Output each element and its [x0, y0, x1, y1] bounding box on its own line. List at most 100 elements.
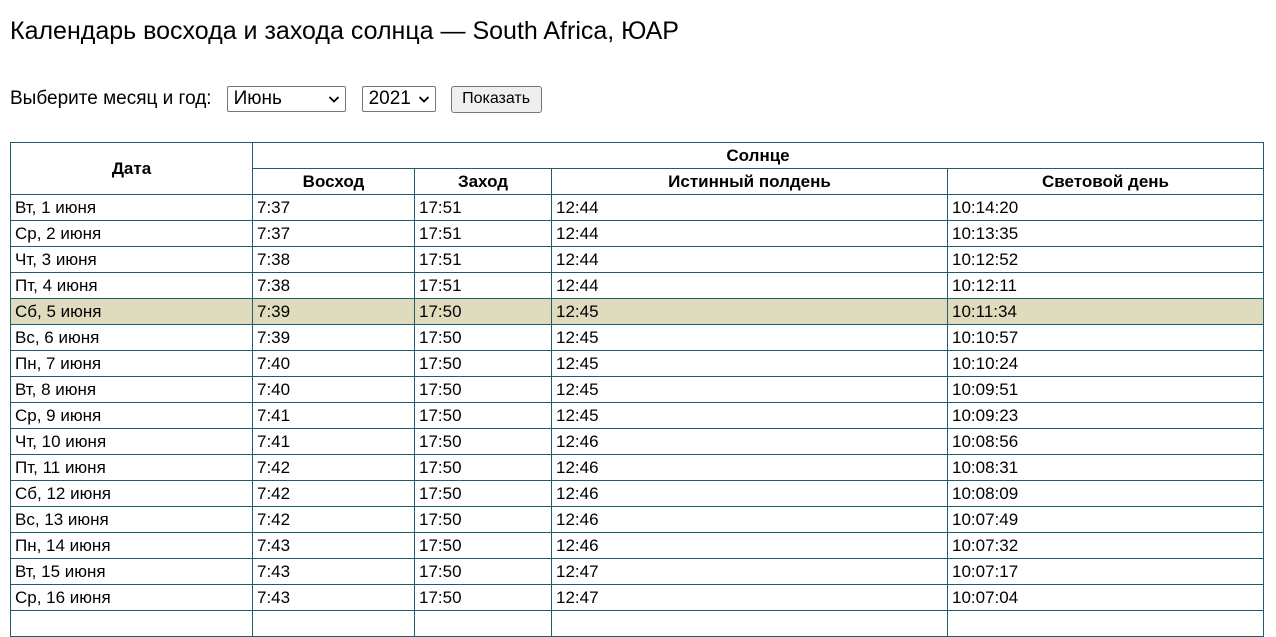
- cell-sunset: [414, 610, 552, 637]
- cell-sunset: 17:50: [414, 480, 552, 507]
- cell-sunrise: 7:38: [252, 272, 415, 299]
- cell-sunrise: 7:43: [252, 584, 415, 611]
- cell-sunrise: 7:41: [252, 428, 415, 455]
- cell-daylength: [946, 610, 1265, 637]
- cell-date: Пн, 14 июня: [10, 532, 253, 559]
- table-row: Вт, 1 июня 7:37 17:51 12:44 10:14:20: [10, 194, 1265, 221]
- chevron-down-icon: [418, 96, 429, 103]
- cell-noon: 12:47: [551, 558, 948, 585]
- cell-sunrise: 7:42: [252, 454, 415, 481]
- month-year-label: Выберите месяц и год:: [10, 88, 212, 109]
- cell-sunrise: 7:39: [252, 324, 415, 351]
- cell-sunset: 17:50: [414, 532, 552, 559]
- chevron-down-icon: [328, 96, 339, 103]
- cell-sunset: 17:50: [414, 558, 552, 585]
- cell-date: Чт, 3 июня: [10, 246, 253, 273]
- cell-noon: [551, 610, 948, 637]
- cell-sunset: 17:51: [414, 272, 552, 299]
- cell-daylength: 10:09:23: [946, 402, 1265, 429]
- cell-noon: 12:45: [551, 350, 948, 377]
- cell-sunset: 17:50: [414, 454, 552, 481]
- cell-daylength: 10:14:20: [946, 194, 1265, 221]
- cell-daylength: 10:08:56: [946, 428, 1265, 455]
- table-row: Ср, 9 июня 7:41 17:50 12:45 10:09:23: [10, 402, 1265, 429]
- cell-noon: 12:44: [551, 272, 948, 299]
- cell-date: Пн, 7 июня: [10, 350, 253, 377]
- year-select[interactable]: 2021: [361, 86, 436, 112]
- page-title: Календарь восхода и захода солнца — Sout…: [10, 17, 679, 45]
- cell-noon: 12:45: [551, 402, 948, 429]
- show-button[interactable]: Показать: [450, 85, 542, 113]
- cell-noon: 12:44: [551, 220, 948, 247]
- cell-noon: 12:47: [551, 584, 948, 611]
- table-row: Вс, 6 июня 7:39 17:50 12:45 10:10:57: [10, 324, 1265, 351]
- cell-sunrise: [252, 610, 415, 637]
- cell-sunrise: 7:43: [252, 532, 415, 559]
- cell-daylength: 10:09:51: [946, 376, 1265, 403]
- sun-calendar-table: Дата Солнце Восход Заход Истинный полден…: [10, 142, 1265, 637]
- cell-date: Вт, 1 июня: [10, 194, 253, 221]
- cell-daylength: 10:13:35: [946, 220, 1265, 247]
- cell-daylength: 10:07:49: [946, 506, 1265, 533]
- cell-date: Вс, 13 июня: [10, 506, 253, 533]
- cell-sunrise: 7:41: [252, 402, 415, 429]
- table-row: Чт, 3 июня 7:38 17:51 12:44 10:12:52: [10, 246, 1265, 273]
- table-row: Ср, 2 июня 7:37 17:51 12:44 10:13:35: [10, 220, 1265, 247]
- cell-date: Пт, 11 июня: [10, 454, 253, 481]
- cell-noon: 12:46: [551, 506, 948, 533]
- cell-sunset: 17:51: [414, 246, 552, 273]
- table-row: Вт, 8 июня 7:40 17:50 12:45 10:09:51: [10, 376, 1265, 403]
- cell-date: Сб, 12 июня: [10, 480, 253, 507]
- cell-sunset: 17:50: [414, 324, 552, 351]
- cell-sunset: 17:50: [414, 376, 552, 403]
- cell-noon: 12:46: [551, 428, 948, 455]
- cell-sunset: 17:50: [414, 350, 552, 377]
- cell-sunrise: 7:42: [252, 506, 415, 533]
- cell-daylength: 10:08:31: [946, 454, 1265, 481]
- col-header-daylength: Световой день: [946, 168, 1265, 195]
- table-row: [10, 610, 1265, 637]
- month-year-form: Выберите месяц и год: Июнь 2021 Показать: [10, 85, 542, 113]
- cell-daylength: 10:12:11: [946, 272, 1265, 299]
- cell-date: Ср, 16 июня: [10, 584, 253, 611]
- month-select[interactable]: Июнь: [226, 86, 346, 112]
- cell-date: Ср, 2 июня: [10, 220, 253, 247]
- cell-daylength: 10:07:17: [946, 558, 1265, 585]
- cell-sunset: 17:51: [414, 220, 552, 247]
- month-select-value: Июнь: [233, 88, 282, 109]
- cell-noon: 12:44: [551, 246, 948, 273]
- year-select-value: 2021: [368, 88, 411, 109]
- cell-daylength: 10:10:24: [946, 350, 1265, 377]
- cell-sunset: 17:50: [414, 402, 552, 429]
- table-row: Пт, 11 июня 7:42 17:50 12:46 10:08:31: [10, 454, 1265, 481]
- cell-daylength: 10:07:32: [946, 532, 1265, 559]
- col-header-sunset: Заход: [414, 168, 552, 195]
- cell-daylength: 10:12:52: [946, 246, 1265, 273]
- cell-noon: 12:44: [551, 194, 948, 221]
- cell-date: Чт, 10 июня: [10, 428, 253, 455]
- table-row: Сб, 5 июня 7:39 17:50 12:45 10:11:34: [10, 298, 1265, 325]
- cell-sunset: 17:50: [414, 298, 552, 325]
- cell-sunset: 17:50: [414, 428, 552, 455]
- cell-daylength: 10:08:09: [946, 480, 1265, 507]
- cell-noon: 12:45: [551, 376, 948, 403]
- cell-date: Вт, 15 июня: [10, 558, 253, 585]
- col-header-noon: Истинный полдень: [551, 168, 948, 195]
- cell-daylength: 10:10:57: [946, 324, 1265, 351]
- cell-sunrise: 7:39: [252, 298, 415, 325]
- table-row: Пт, 4 июня 7:38 17:51 12:44 10:12:11: [10, 272, 1265, 299]
- col-group-sun: Солнце: [251, 142, 1265, 169]
- table-row: Вт, 15 июня 7:43 17:50 12:47 10:07:17: [10, 558, 1265, 585]
- cell-daylength: 10:11:34: [946, 298, 1265, 325]
- table-row: Сб, 12 июня 7:42 17:50 12:46 10:08:09: [10, 480, 1265, 507]
- table-row: Ср, 16 июня 7:43 17:50 12:47 10:07:04: [10, 584, 1265, 611]
- cell-sunrise: 7:37: [252, 194, 415, 221]
- cell-sunrise: 7:38: [252, 246, 415, 273]
- col-header-date: Дата: [10, 142, 253, 195]
- table-row: Пн, 7 июня 7:40 17:50 12:45 10:10:24: [10, 350, 1265, 377]
- cell-date: Пт, 4 июня: [10, 272, 253, 299]
- cell-sunset: 17:50: [414, 584, 552, 611]
- cell-noon: 12:46: [551, 532, 948, 559]
- cell-sunrise: 7:37: [252, 220, 415, 247]
- cell-sunset: 17:50: [414, 506, 552, 533]
